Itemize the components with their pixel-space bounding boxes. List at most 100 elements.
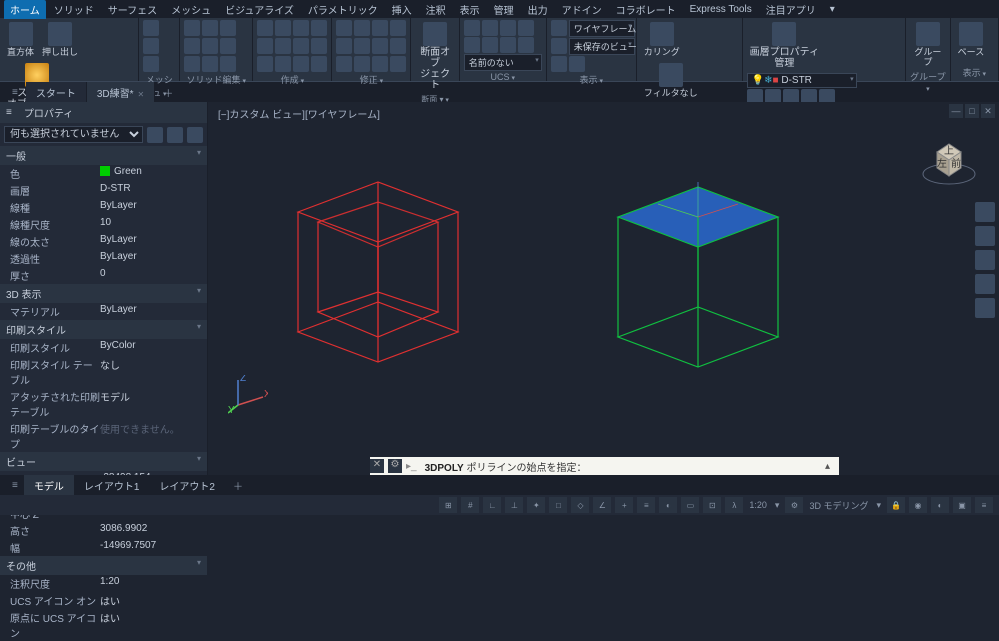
dr-3[interactable] — [293, 20, 309, 36]
menu-parametric[interactable]: パラメトリック — [302, 0, 384, 19]
savedview-combo[interactable]: 未保存のビュー — [569, 38, 635, 55]
ucs-8[interactable] — [518, 37, 534, 53]
extrude-button[interactable]: 押し出し — [39, 20, 81, 59]
group-button[interactable]: グループ — [910, 20, 946, 69]
se-1[interactable] — [184, 20, 200, 36]
se-8[interactable] — [202, 56, 218, 72]
mo-12[interactable] — [390, 56, 406, 72]
prop-width[interactable]: 幅-14969.7507 — [0, 539, 207, 556]
status-ws-icon[interactable]: ⚙ — [785, 497, 803, 513]
mo-3[interactable] — [372, 20, 388, 36]
panel-label-view[interactable]: 表示 — [551, 72, 632, 86]
menu-view[interactable]: 表示 — [454, 0, 486, 19]
mo-10[interactable] — [354, 56, 370, 72]
dr-10[interactable] — [275, 56, 291, 72]
mesh-btn-3[interactable] — [143, 56, 159, 72]
current-layer-combo[interactable]: 💡❄■ D-STR — [747, 73, 857, 88]
ucs-5[interactable] — [464, 37, 480, 53]
panel-label-baseview[interactable]: 表示 — [955, 65, 994, 79]
prop-annoscale[interactable]: 注釈尺度1:20 — [0, 575, 207, 592]
status-qp-toggle[interactable]: ▭ — [681, 497, 699, 513]
dr-2[interactable] — [275, 20, 291, 36]
se-3[interactable] — [220, 20, 236, 36]
props-section-view[interactable]: ビュー▾ — [0, 452, 207, 471]
mesh-btn-2[interactable] — [143, 38, 159, 54]
se-5[interactable] — [202, 38, 218, 54]
se-6[interactable] — [220, 38, 236, 54]
dr-1[interactable] — [257, 20, 273, 36]
layouttab-model[interactable]: モデル — [24, 475, 74, 496]
culling-button[interactable]: カリング — [641, 20, 683, 59]
prop-transparency[interactable]: 透過性ByLayer — [0, 250, 207, 267]
se-2[interactable] — [202, 20, 218, 36]
menu-surface[interactable]: サーフェス — [102, 0, 163, 19]
status-isolate-icon[interactable]: ◉ — [909, 497, 927, 513]
layouttab-2[interactable]: レイアウト2 — [149, 475, 225, 496]
menu-output[interactable]: 出力 — [522, 0, 554, 19]
ucs-6[interactable] — [482, 37, 498, 53]
selectobj-icon[interactable] — [187, 127, 203, 143]
baseview-button[interactable]: ベース — [955, 20, 988, 59]
doctab-add-icon[interactable]: ＋ — [155, 82, 181, 103]
status-dyninput-toggle[interactable]: + — [615, 497, 633, 513]
viewport-label[interactable]: [−]カスタム ビュー][ワイヤフレーム] — [218, 106, 380, 121]
pickadd-icon[interactable] — [167, 127, 183, 143]
prop-linetype[interactable]: 線種 ByLayer — [0, 199, 207, 216]
dr-11[interactable] — [293, 56, 309, 72]
status-3dosnap-toggle[interactable]: ◇ — [571, 497, 589, 513]
vw-2[interactable] — [551, 38, 567, 54]
menu-collab[interactable]: コラボレート — [610, 0, 682, 19]
props-menu-icon[interactable]: ≡ — [0, 104, 18, 121]
ucs-7[interactable] — [500, 37, 516, 53]
doctab-current[interactable]: 3D練習*✕ — [87, 82, 155, 103]
doctab-start[interactable]: スタート — [26, 82, 87, 103]
mo-1[interactable] — [336, 20, 352, 36]
menu-express[interactable]: Express Tools — [684, 2, 758, 17]
status-ortho-toggle[interactable]: ⊥ — [505, 497, 523, 513]
dr-7[interactable] — [293, 38, 309, 54]
panel-label-ucs[interactable]: UCS — [464, 71, 542, 82]
se-4[interactable] — [184, 38, 200, 54]
status-gizmo-toggle[interactable]: λ — [725, 497, 743, 513]
ucs-2[interactable] — [482, 20, 498, 36]
selection-combo[interactable]: 何も選択されていません — [4, 126, 143, 143]
mo-6[interactable] — [354, 38, 370, 54]
mesh-btn-1[interactable] — [143, 20, 159, 36]
status-custom-icon[interactable]: ≡ — [975, 497, 993, 513]
ucs-name-combo[interactable]: 名前のない — [464, 54, 542, 71]
navbar-pan-icon[interactable] — [975, 226, 995, 246]
menu-visualize[interactable]: ビジュアライズ — [219, 0, 300, 19]
menu-dropdown-icon[interactable]: ▾ — [824, 2, 841, 17]
panel-label-solidedit[interactable]: ソリッド編集 — [184, 72, 248, 86]
dr-4[interactable] — [311, 20, 327, 36]
status-osnap-toggle[interactable]: □ — [549, 497, 567, 513]
layouttab-menu-icon[interactable]: ≡ — [6, 478, 24, 493]
mo-5[interactable] — [336, 38, 352, 54]
status-workspace[interactable]: 3D モデリング — [807, 499, 870, 512]
navbar-showmotion-icon[interactable] — [975, 298, 995, 318]
status-clean-icon[interactable]: ▣ — [953, 497, 971, 513]
vp-max-icon[interactable]: □ — [965, 104, 979, 118]
filter-button[interactable]: フィルタなし — [641, 61, 701, 100]
vw-3[interactable] — [551, 56, 567, 72]
mo-11[interactable] — [372, 56, 388, 72]
mo-7[interactable] — [372, 38, 388, 54]
dr-5[interactable] — [257, 38, 273, 54]
mo-2[interactable] — [354, 20, 370, 36]
quickselect-icon[interactable] — [147, 127, 163, 143]
status-sc-toggle[interactable]: ⊡ — [703, 497, 721, 513]
menu-solid[interactable]: ソリッド — [48, 0, 100, 19]
prop-ucsicon-origin[interactable]: 原点に UCS アイコンはい — [0, 609, 207, 641]
menu-insert[interactable]: 挿入 — [386, 0, 418, 19]
prop-height[interactable]: 高さ3086.9902 — [0, 522, 207, 539]
box-button[interactable]: 直方体 — [4, 20, 37, 59]
vw-1[interactable] — [551, 20, 567, 36]
section-button[interactable]: 断面オブジェクト — [415, 20, 454, 93]
prop-thickness[interactable]: 厚さ0 — [0, 267, 207, 284]
prop-lineweight[interactable]: 線の太さ ByLayer — [0, 233, 207, 250]
status-trans-toggle[interactable]: ◐ — [659, 497, 677, 513]
menu-addin[interactable]: アドイン — [556, 0, 608, 19]
close-tab-icon[interactable]: ✕ — [138, 90, 145, 99]
menu-home[interactable]: ホーム — [4, 0, 46, 19]
ucs-4[interactable] — [518, 20, 534, 36]
